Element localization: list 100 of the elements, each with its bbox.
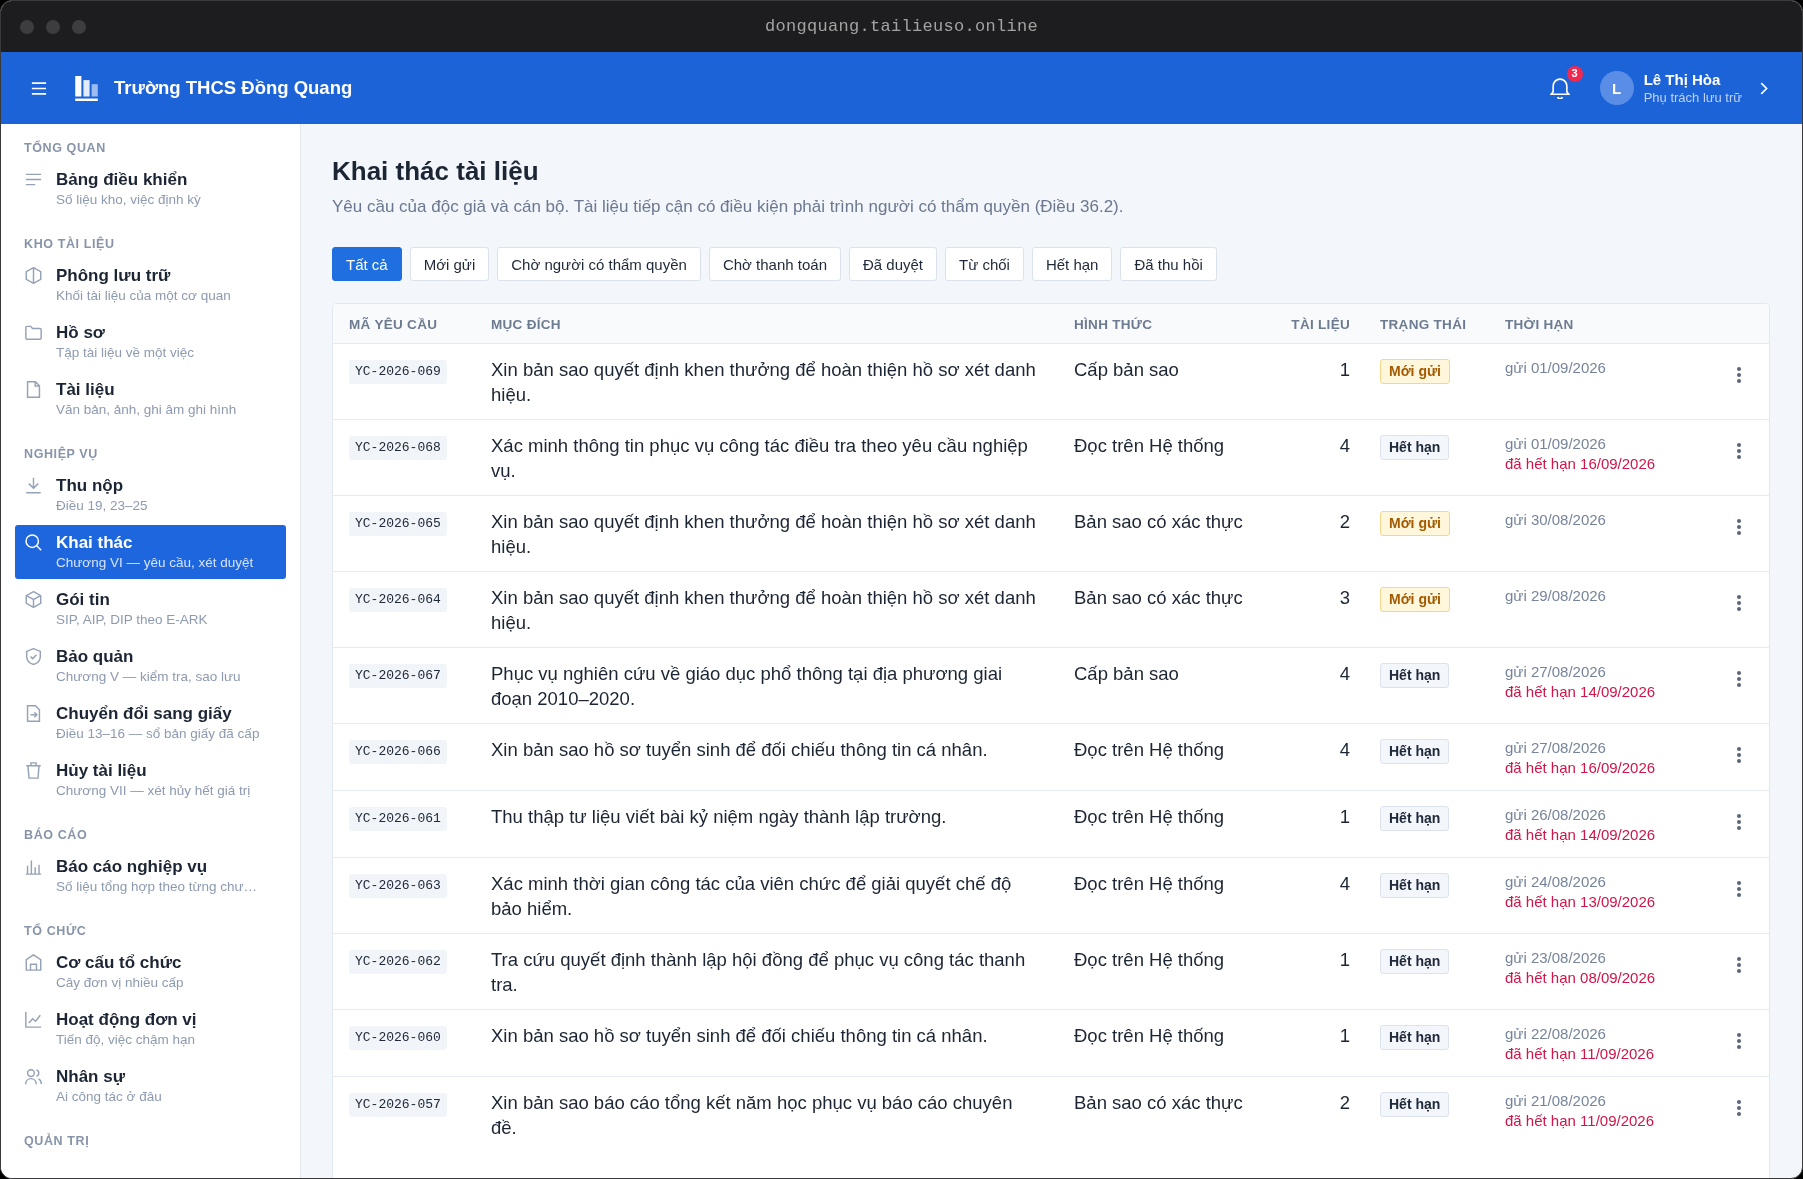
user-role: Phụ trách lưu trữ [1643, 88, 1742, 106]
more-icon[interactable] [1737, 881, 1741, 897]
nav-item[interactable]: Nhân sự Ai công tác ở đâu [15, 1059, 286, 1113]
filter-tab[interactable]: Chờ người có thẩm quyền [497, 247, 701, 281]
status-badge: Hết hạn [1380, 1025, 1450, 1050]
purpose-text: Xin bản sao quyết định khen thưởng để hoàn thiện hồ sơ xét danh hiệu. [491, 358, 1037, 407]
filter-tab[interactable]: Đã thu hồi [1120, 247, 1217, 281]
sent-date: gửi 30/08/2026 [1505, 510, 1606, 530]
request-code: YC-2026-057 [349, 1093, 447, 1117]
document-count: 1 [1339, 805, 1350, 829]
document-count: 1 [1339, 358, 1350, 382]
nav-item[interactable]: Hồ sơ Tập tài liệu về một việc [15, 315, 286, 369]
nav-item[interactable]: Phông lưu trữ Khối tài liệu của một cơ quan [15, 258, 286, 312]
expiry-date: đã hết hạn 14/09/2026 [1505, 825, 1656, 845]
purpose-text: Xin bản sao quyết định khen thưởng để hoàn thiện hồ sơ xét danh hiệu. [491, 510, 1037, 559]
nav-section-label: NGHIỆP VỤ [23, 446, 99, 462]
status-badge: Mới gửi [1380, 587, 1450, 612]
filter-tab[interactable]: Chờ thanh toán [708, 247, 841, 281]
lines-icon [25, 171, 42, 188]
filter-tab[interactable]: Từ chối [945, 247, 1024, 281]
sent-date: gửi 22/08/2026 [1505, 1024, 1606, 1044]
expiry-date: đã hết hạn 16/09/2026 [1505, 454, 1656, 474]
expiry-date: đã hết hạn 16/09/2026 [1505, 758, 1656, 778]
access-form-text: Đọc trên Hệ thống [1074, 1024, 1225, 1048]
sent-date: gửi 27/08/2026 [1505, 662, 1606, 682]
document-count: 2 [1339, 510, 1350, 534]
status-badge: Mới gửi [1380, 359, 1450, 384]
access-form-text: Bản sao có xác thực [1074, 586, 1243, 610]
purpose-text: Thu thập tư liệu viết bài kỷ niệm ngày thành lập trường. [491, 805, 948, 829]
expiry-date: đã hết hạn 11/09/2026 [1505, 1044, 1655, 1064]
filter-tab[interactable]: Hết hạn [1031, 247, 1113, 281]
nav-section-label: QUẢN TRỊ [23, 1133, 91, 1149]
filter-tab[interactable]: Đã duyệt [848, 247, 937, 281]
request-code: YC-2026-069 [349, 360, 447, 384]
bell-icon[interactable] [1549, 77, 1570, 99]
purpose-text: Xin bản sao hồ sơ tuyển sinh để đối chiếu thông tin cá nhân. [491, 1024, 989, 1048]
purpose-text: Xin bản sao hồ sơ tuyển sinh để đối chiếu thông tin cá nhân. [491, 738, 989, 762]
status-badge: Mới gửi [1380, 511, 1450, 536]
request-code: YC-2026-063 [349, 874, 447, 898]
nav-item[interactable]: Bảng điều khiển Số liệu kho, việc định kỳ [15, 162, 286, 216]
nav-section-label: BÁO CÁO [23, 827, 89, 843]
nav-item[interactable]: Hoạt động đơn vị Tiến độ, việc chậm hạn [15, 1002, 286, 1056]
download-icon [25, 477, 42, 494]
more-icon[interactable] [1737, 595, 1741, 611]
nav-item[interactable]: Tài liệu Văn bản, ảnh, ghi âm ghi hình [15, 372, 286, 426]
more-icon[interactable] [1737, 367, 1741, 383]
nav-item[interactable]: Báo cáo nghiệp vụ Số liệu tổng hợp theo từng chư… [15, 849, 286, 903]
more-icon[interactable] [1737, 747, 1741, 763]
request-code: YC-2026-064 [349, 588, 447, 612]
app-title: Trường THCS Đồng Quang [114, 77, 353, 99]
column-header: TRẠNG THÁI [1380, 316, 1467, 332]
status-badge: Hết hạn [1380, 1092, 1450, 1117]
access-form-text: Đọc trên Hệ thống [1074, 805, 1225, 829]
bar-chart-icon [25, 858, 42, 875]
purpose-text: Xác minh thời gian công tác của viên chức để giải quyết chế độ bảo hiểm. [491, 872, 1013, 921]
more-icon[interactable] [1737, 1033, 1741, 1049]
building-icon [25, 954, 42, 971]
nav-item[interactable]: Khai thác Chương VI — yêu cầu, xét duyệt [15, 525, 286, 579]
sent-date: gửi 29/08/2026 [1505, 586, 1606, 606]
sent-date: gửi 27/08/2026 [1505, 738, 1606, 758]
nav-section-label: KHO TÀI LIỆU [23, 236, 116, 252]
sent-date: gửi 23/08/2026 [1505, 948, 1606, 968]
more-icon[interactable] [1737, 519, 1741, 535]
request-code: YC-2026-066 [349, 740, 447, 764]
url-text: dongquang.tailieuso.online [764, 17, 1038, 36]
expiry-date: đã hết hạn 13/09/2026 [1505, 892, 1656, 912]
purpose-text: Tra cứu quyết định thành lập hội đồng để phục vụ công tác thanh tra. [491, 948, 1027, 997]
document-count: 4 [1339, 872, 1350, 896]
document-count: 2 [1339, 1091, 1350, 1115]
sent-date: gửi 01/09/2026 [1505, 358, 1606, 378]
more-icon[interactable] [1737, 957, 1741, 973]
access-form-text: Bản sao có xác thực [1074, 1091, 1243, 1115]
request-code: YC-2026-061 [349, 807, 447, 831]
nav-item[interactable]: Thu nộp Điều 19, 23–25 [15, 468, 286, 522]
search-icon [25, 534, 42, 551]
menu-icon[interactable] [31, 81, 47, 95]
more-icon[interactable] [1737, 671, 1741, 687]
filter-tab[interactable]: Tất cả [332, 247, 402, 281]
nav-item[interactable]: Chuyển đổi sang giấy Điều 13–16 — sổ bản giấy đã cấp [15, 696, 286, 750]
nav-item[interactable]: Bảo quản Chương V — kiểm tra, sao lưu [15, 639, 286, 693]
shield-check-icon [25, 648, 42, 665]
access-form-text: Đọc trên Hệ thống [1074, 434, 1225, 458]
logo-bars-icon [75, 75, 98, 101]
access-form-text: Cấp bản sao [1074, 662, 1179, 686]
document-count: 4 [1339, 662, 1350, 686]
nav-item[interactable]: Gói tin SIP, AIP, DIP theo E-ARK [15, 582, 286, 636]
request-code: YC-2026-067 [349, 664, 447, 688]
column-header: HÌNH THỨC [1074, 316, 1153, 332]
access-form-text: Đọc trên Hệ thống [1074, 948, 1225, 972]
more-icon[interactable] [1737, 443, 1741, 459]
more-icon[interactable] [1737, 814, 1741, 830]
nav-item[interactable]: Hủy tài liệu Chương VII — xét hủy hết giá trị [15, 753, 286, 807]
filter-tab[interactable]: Mới gửi [409, 247, 490, 281]
nav-item[interactable]: Cơ cấu tổ chức Cây đơn vị nhiều cấp [15, 945, 286, 999]
column-header: TÀI LIỆU [1291, 316, 1350, 332]
access-form-text: Đọc trên Hệ thống [1074, 872, 1225, 896]
request-code: YC-2026-068 [349, 436, 447, 460]
status-badge: Hết hạn [1380, 806, 1450, 831]
more-icon[interactable] [1737, 1100, 1741, 1116]
chevron-right-icon[interactable] [1760, 81, 1768, 95]
